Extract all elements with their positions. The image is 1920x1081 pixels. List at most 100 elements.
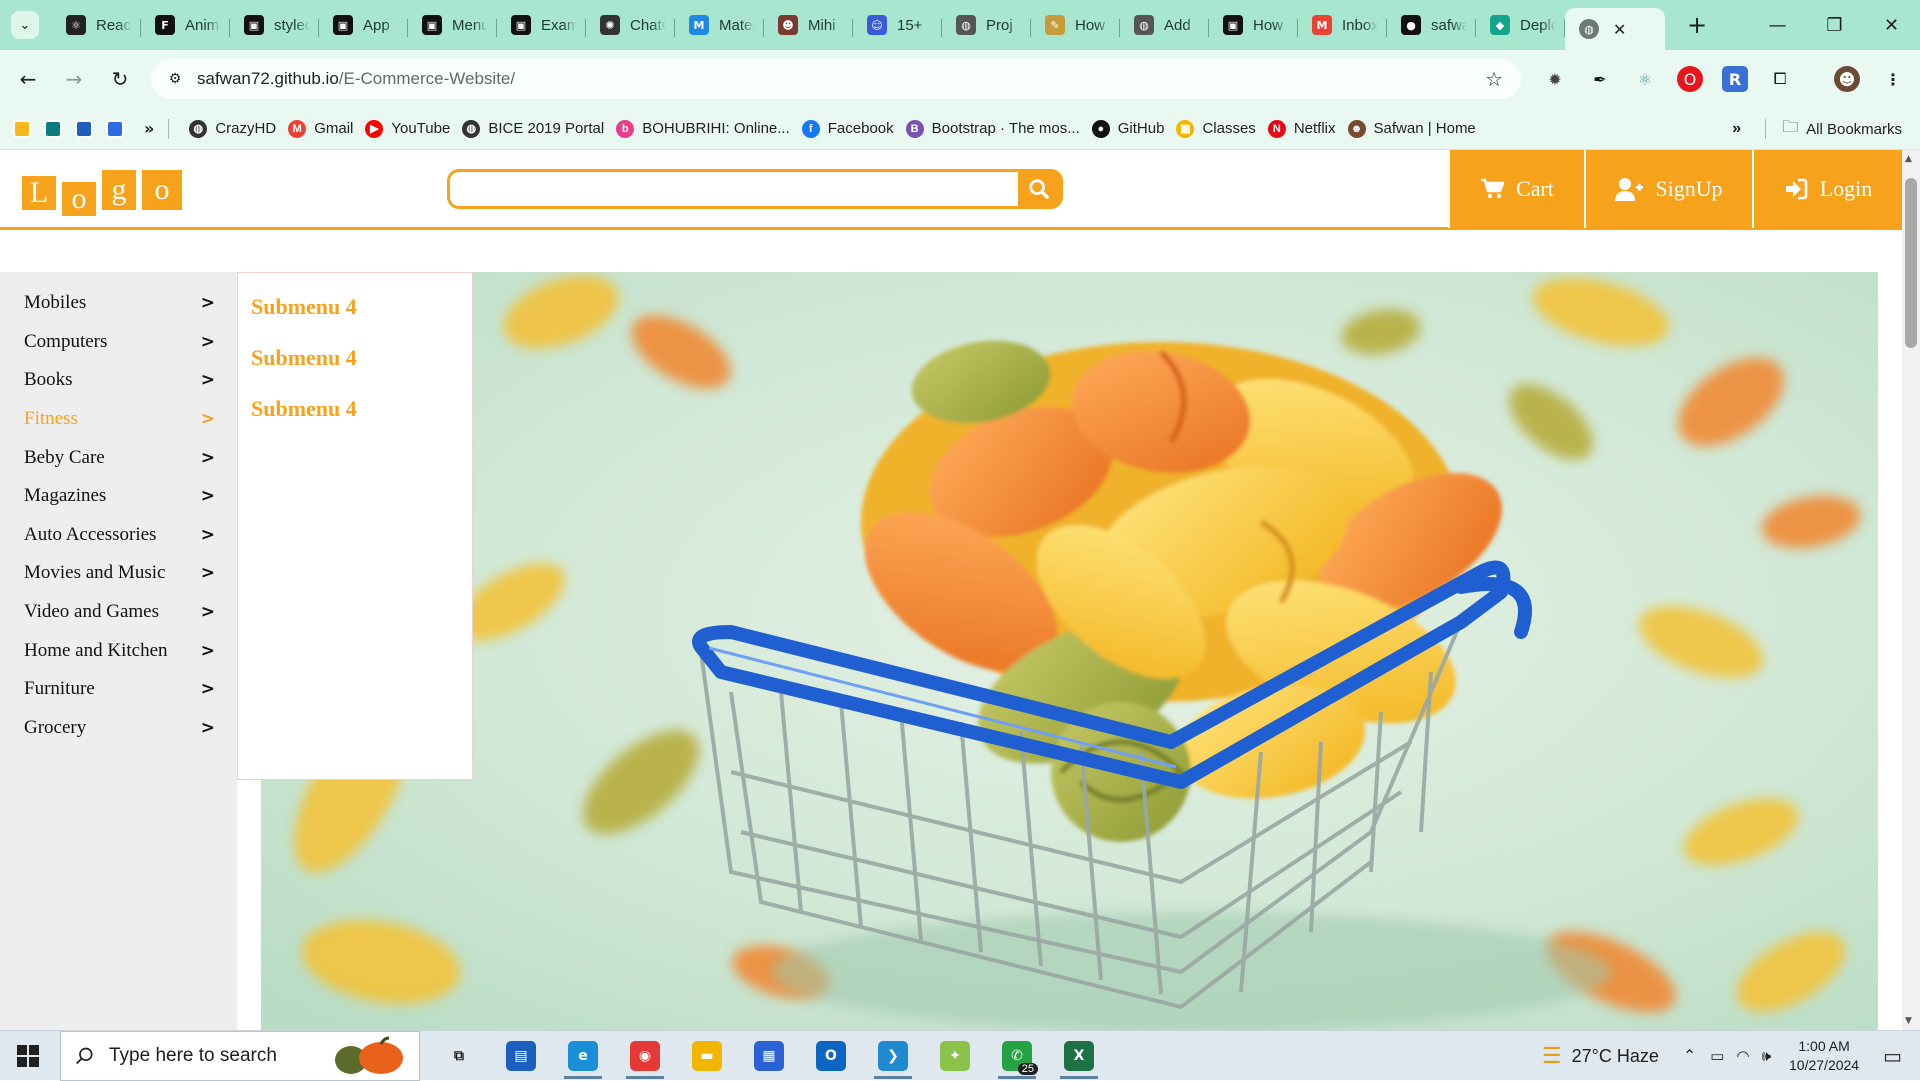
bookmark-app-icon[interactable] xyxy=(44,119,62,138)
url-text[interactable]: safwan72.github.io/E-Commerce-Website/ xyxy=(197,69,515,89)
new-tab-button[interactable]: + xyxy=(1687,11,1707,39)
all-bookmarks[interactable]: » 🗀 All Bookmarks xyxy=(1732,108,1902,150)
start-button[interactable] xyxy=(0,1031,56,1081)
browser-tab[interactable]: F Animations xyxy=(141,7,230,43)
bookmark-star-icon[interactable]: ☆ xyxy=(1485,67,1503,91)
browser-tab[interactable]: ▣ Example xyxy=(497,7,586,43)
bookmark-app-icon[interactable] xyxy=(106,119,124,138)
category-item[interactable]: Beby Care > xyxy=(0,438,237,477)
category-item[interactable]: Movies and Music > xyxy=(0,554,237,593)
browser-tab[interactable]: ◆ Deploy xyxy=(1476,7,1565,43)
taskbar-app-edge[interactable]: e xyxy=(552,1031,614,1081)
battery-icon[interactable]: ▭ xyxy=(1710,1047,1724,1065)
color-picker-extension-icon[interactable]: ✒ xyxy=(1587,66,1613,92)
taskbar-app-store[interactable]: ▦ xyxy=(738,1031,800,1081)
bookmarks-overflow-icon[interactable]: » xyxy=(144,119,154,138)
category-item[interactable]: Books > xyxy=(0,361,237,400)
bookmark-item[interactable]: M Gmail xyxy=(288,119,353,138)
close-tab-icon[interactable]: ✕ xyxy=(1613,20,1626,39)
browser-tab[interactable]: ☻ Mihi xyxy=(764,7,853,43)
bookmark-item[interactable]: ▦ Classes xyxy=(1176,119,1256,138)
taskbar-app-file-explorer[interactable]: ▬ xyxy=(676,1031,738,1081)
weather-widget[interactable]: ☰ 27°C Haze xyxy=(1542,1043,1659,1069)
scroll-down-icon[interactable]: ▼ xyxy=(1905,1016,1912,1026)
category-item[interactable]: Video and Games > xyxy=(0,593,237,632)
category-item[interactable]: Magazines > xyxy=(0,477,237,516)
tab-search-chevron-icon[interactable]: ⌄ xyxy=(11,11,39,39)
back-arrow-icon[interactable]: ← xyxy=(10,61,46,97)
browser-tab[interactable]: M Inbox xyxy=(1298,7,1387,43)
taskbar-app-vscode[interactable]: ❯ xyxy=(862,1031,924,1081)
browser-tab[interactable]: ▣ App xyxy=(319,7,408,43)
page-scrollbar[interactable]: ▲ ▼ xyxy=(1902,150,1920,1030)
bookmark-item[interactable]: ◍ BICE 2019 Portal xyxy=(462,119,604,138)
volume-icon[interactable]: 🕪 xyxy=(1762,1048,1771,1065)
bookmark-item[interactable]: ◍ CrazyHD xyxy=(189,119,276,138)
browser-tab[interactable]: ◍ Proj xyxy=(942,7,1031,43)
react-devtools-extension-icon[interactable]: ⚛ xyxy=(1632,66,1658,92)
category-item[interactable]: Auto Accessories > xyxy=(0,516,237,555)
browser-tab[interactable]: ● safwan xyxy=(1387,7,1476,43)
submenu-item[interactable]: Submenu 4 xyxy=(238,332,472,383)
scrollbar-thumb[interactable] xyxy=(1905,178,1917,348)
category-item[interactable]: Furniture > xyxy=(0,670,237,709)
taskbar-app-excel[interactable]: X xyxy=(1048,1031,1110,1081)
browser-tab[interactable]: ▣ How xyxy=(1209,7,1298,43)
taskbar-app-outlook[interactable]: O xyxy=(800,1031,862,1081)
search-button[interactable] xyxy=(1018,172,1060,206)
bookmark-item[interactable]: ● GitHub xyxy=(1091,119,1164,138)
bookmark-app-icon[interactable] xyxy=(75,119,93,138)
site-logo[interactable]: Logo xyxy=(22,165,182,216)
category-item[interactable]: Grocery > xyxy=(0,709,237,748)
kebab-menu-icon[interactable]: ⋮ xyxy=(1880,66,1906,92)
close-window-icon[interactable]: ✕ xyxy=(1863,0,1920,50)
submenu-item[interactable]: Submenu 4 xyxy=(238,281,472,332)
search-input[interactable] xyxy=(450,172,1018,206)
profile-avatar[interactable]: ☻ xyxy=(1834,66,1860,92)
taskbar-app-whatsapp[interactable]: ✆ 25 xyxy=(986,1031,1048,1081)
browser-tab[interactable]: ✺ ChatGPT xyxy=(586,7,675,43)
r-extension-icon[interactable]: R xyxy=(1722,66,1748,92)
extensions-puzzle-icon[interactable]: ⧠ xyxy=(1767,66,1793,92)
category-item[interactable]: Computers > xyxy=(0,323,237,362)
bug-extension-icon[interactable]: ✹ xyxy=(1542,66,1568,92)
bookmark-item[interactable]: f Facebook xyxy=(801,119,894,138)
taskbar-app-figma-tool[interactable]: ✦ xyxy=(924,1031,986,1081)
taskbar-app-remote-desktop[interactable]: ▤ xyxy=(490,1031,552,1081)
site-info-icon[interactable]: ⚙ xyxy=(163,67,187,91)
taskbar-search-box[interactable]: Type here to search xyxy=(60,1030,420,1081)
bookmark-app-icon[interactable] xyxy=(13,119,31,138)
browser-tab[interactable]: ☺ 15+ xyxy=(853,7,942,43)
browser-tab[interactable]: ✎ How xyxy=(1031,7,1120,43)
submenu-item[interactable]: Submenu 4 xyxy=(238,383,472,434)
category-item[interactable]: Fitness > xyxy=(0,400,237,439)
browser-tab[interactable]: ▣ Menu xyxy=(408,7,497,43)
minimize-icon[interactable]: — xyxy=(1749,0,1806,50)
taskbar-app-task-view[interactable]: ⧉ xyxy=(428,1031,490,1081)
category-item[interactable]: Home and Kitchen > xyxy=(0,631,237,670)
notifications-icon[interactable]: ▭ xyxy=(1883,1044,1902,1069)
wifi-icon[interactable]: ◠ xyxy=(1736,1047,1749,1065)
bookmark-item[interactable]: ▶ YouTube xyxy=(365,119,450,138)
cart-button[interactable]: Cart xyxy=(1448,150,1584,228)
bookmark-item[interactable]: b BOHUBRIHI: Online... xyxy=(616,119,790,138)
login-button[interactable]: Login xyxy=(1752,150,1902,228)
browser-tab[interactable]: M Material xyxy=(675,7,764,43)
address-bar[interactable]: ⚙ safwan72.github.io/E-Commerce-Website/… xyxy=(151,59,1521,99)
category-item[interactable]: Mobiles > xyxy=(0,284,237,323)
show-hidden-icons-icon[interactable]: ⌃ xyxy=(1683,1046,1696,1066)
signup-button[interactable]: SignUp xyxy=(1584,150,1752,228)
scroll-up-icon[interactable]: ▲ xyxy=(1905,154,1912,164)
bookmark-item[interactable]: B Bootstrap · The mos... xyxy=(905,119,1080,138)
forward-arrow-icon[interactable]: → xyxy=(56,61,92,97)
bookmark-item[interactable]: N Netflix xyxy=(1267,119,1336,138)
reload-icon[interactable]: ↻ xyxy=(102,61,138,97)
taskbar-app-chrome[interactable]: ◉ xyxy=(614,1031,676,1081)
opera-extension-icon[interactable]: O xyxy=(1677,66,1703,92)
clock[interactable]: 1:00 AM 10/27/2024 xyxy=(1789,1037,1859,1075)
browser-tab[interactable]: ⚛ React xyxy=(52,7,141,43)
bookmarks-more-icon[interactable]: » xyxy=(1732,120,1741,138)
restore-icon[interactable]: ❐ xyxy=(1806,0,1863,50)
active-browser-tab[interactable]: ◍ ✕ xyxy=(1565,8,1665,50)
bookmark-item[interactable]: ☻ Safwan | Home xyxy=(1347,119,1476,138)
